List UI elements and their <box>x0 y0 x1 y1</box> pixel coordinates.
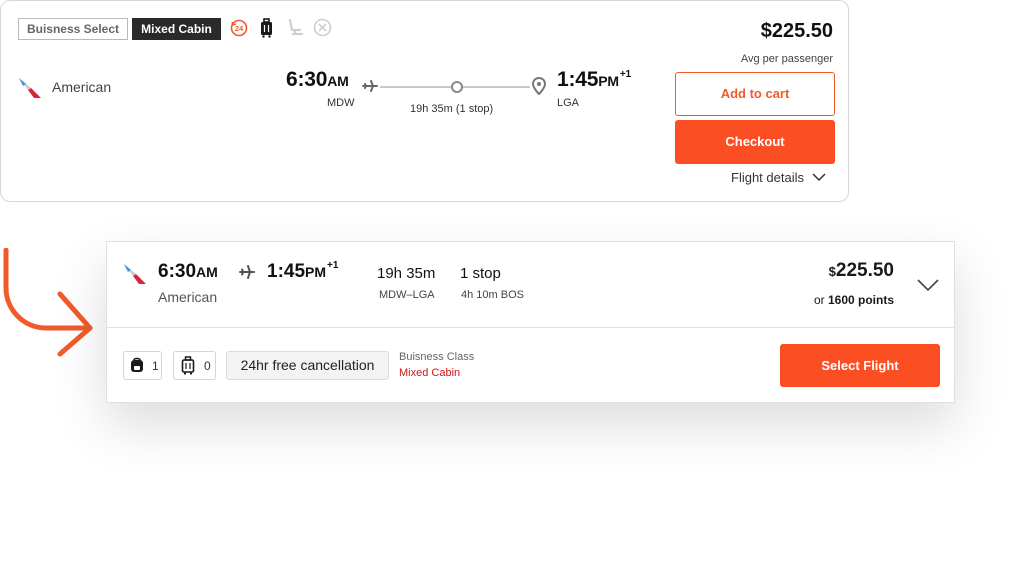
transition-arrow-icon <box>3 248 93 357</box>
airline-name: American <box>52 79 112 95</box>
route: MDW–LGA <box>379 289 435 301</box>
flight-details-label: Flight details <box>731 170 804 185</box>
carry-on-bag-icon <box>181 356 195 375</box>
plane-icon <box>239 265 255 279</box>
backpack-icon <box>131 357 143 372</box>
price: $225.50 <box>828 260 894 281</box>
select-flight-button[interactable]: Select Flight <box>780 344 940 387</box>
carry-on-pill: 0 <box>173 351 216 380</box>
mixed-cabin-label: Mixed Cabin <box>399 367 461 379</box>
stop-marker <box>451 81 463 93</box>
personal-item-count: 1 <box>152 359 159 373</box>
flight-card-original: Buisness Select Mixed Cabin 24 American … <box>0 0 849 202</box>
carry-on-bag-icon <box>261 18 272 38</box>
points-price: or 1600 points <box>813 293 894 307</box>
destination-pin-icon <box>532 77 546 95</box>
fare-tag-business-select: Buisness Select <box>18 18 128 40</box>
arrive-airport: LGA <box>557 97 580 109</box>
flight-duration: 19h 35m (1 stop) <box>410 103 494 115</box>
seat-icon <box>288 18 304 36</box>
airline-name: American <box>158 289 218 305</box>
no-change-icon <box>313 18 332 37</box>
personal-item-pill: 1 <box>123 351 162 380</box>
svg-text:24: 24 <box>235 24 244 33</box>
arrive-time: 1:45PM+1 <box>557 68 631 91</box>
card-divider <box>107 327 954 328</box>
stops: 1 stop <box>460 265 501 282</box>
fare-tag-mixed-cabin: Mixed Cabin <box>132 18 221 40</box>
american-airlines-logo <box>19 78 41 98</box>
arrive-time: 1:45PM+1 <box>267 260 339 282</box>
depart-time: 6:30AM <box>158 261 218 282</box>
depart-airport: MDW <box>327 97 355 109</box>
free-cancellation-badge: 24hr free cancellation <box>226 351 389 380</box>
plane-icon <box>362 80 378 92</box>
price-note: Avg per passenger <box>740 53 833 65</box>
flight-duration: 19h 35m <box>377 265 436 282</box>
24h-cancellation-icon: 24 <box>230 19 248 37</box>
price: $225.50 <box>760 20 833 42</box>
layover: 4h 10m BOS <box>461 289 524 301</box>
cabin-class: Buisness Class <box>399 351 475 363</box>
add-to-cart-button[interactable]: Add to cart <box>675 72 835 116</box>
chevron-down-icon <box>812 173 826 182</box>
chevron-down-icon[interactable] <box>917 279 939 292</box>
flight-details-link[interactable]: Flight details <box>731 169 826 187</box>
american-airlines-logo <box>124 264 146 284</box>
flight-card-redesign: 6:30AM 1:45PM+1 American 19h 35m MDW–LGA… <box>106 241 955 403</box>
checkout-button[interactable]: Checkout <box>675 120 835 164</box>
carry-on-count: 0 <box>204 359 211 373</box>
depart-time: 6:30AM <box>286 68 349 91</box>
